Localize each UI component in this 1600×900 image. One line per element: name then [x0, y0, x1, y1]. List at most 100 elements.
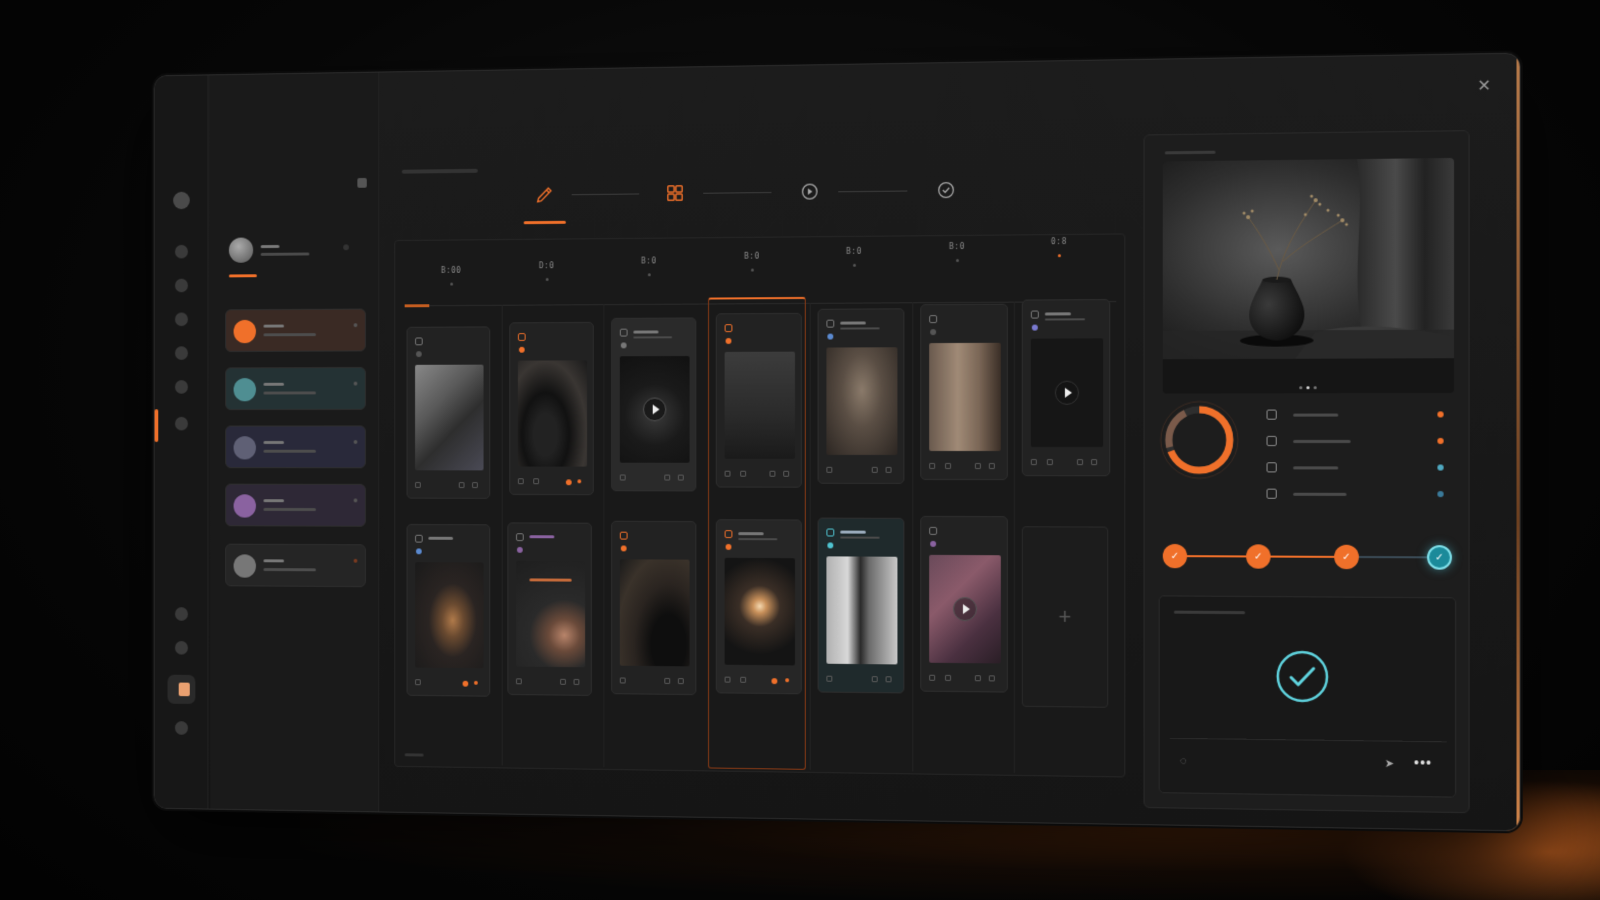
media-card[interactable]	[817, 308, 905, 484]
card-action-icon[interactable]	[533, 478, 540, 485]
card-action-icon[interactable]	[619, 677, 626, 684]
list-item-menu-icon[interactable]	[353, 498, 358, 503]
more-icon[interactable]: •••	[1414, 754, 1432, 771]
card-action-icon[interactable]	[724, 470, 731, 477]
carousel-dot[interactable]	[1299, 386, 1303, 390]
card-action-icon[interactable]	[1091, 459, 1098, 466]
progress-step-done[interactable]: ✓	[1246, 544, 1271, 569]
card-action-icon[interactable]	[458, 482, 465, 488]
card-action-icon[interactable]	[740, 470, 747, 477]
card-action-icon[interactable]	[472, 482, 478, 489]
step-publish[interactable]	[929, 173, 963, 207]
column-header[interactable]: B:0	[605, 256, 692, 306]
card-action-icon[interactable]	[619, 474, 626, 481]
carousel-dot[interactable]	[1313, 386, 1317, 390]
step-edit[interactable]	[528, 178, 561, 212]
card-action-icon[interactable]	[885, 466, 892, 473]
play-icon[interactable]	[953, 596, 977, 622]
card-action-icon[interactable]	[988, 463, 995, 470]
list-item-menu-icon[interactable]	[353, 323, 358, 328]
step-preview[interactable]	[793, 175, 826, 209]
play-icon[interactable]	[643, 397, 667, 422]
list-item[interactable]	[225, 543, 366, 588]
card-action-icon[interactable]	[516, 678, 522, 685]
nav-icon-8[interactable]	[174, 640, 188, 655]
media-card[interactable]	[920, 303, 1008, 481]
column-header[interactable]: D:0	[504, 261, 590, 311]
card-action-icon[interactable]	[415, 679, 421, 686]
carousel-dots[interactable]	[1299, 376, 1330, 390]
column-header[interactable]: B:0	[912, 242, 1002, 293]
user-profile[interactable]	[228, 236, 360, 278]
list-item[interactable]	[225, 483, 366, 527]
card-action-icon[interactable]	[945, 674, 952, 681]
media-card[interactable]	[1021, 299, 1111, 477]
media-card[interactable]	[715, 519, 802, 695]
comment-icon[interactable]: ◌	[1180, 755, 1192, 767]
card-action-icon[interactable]	[740, 676, 747, 683]
legend-item[interactable]	[1266, 407, 1452, 434]
list-item-menu-icon[interactable]	[353, 381, 358, 386]
nav-icon-9[interactable]	[174, 721, 188, 735]
nav-icon-7[interactable]	[174, 607, 188, 621]
nav-icon-5[interactable]	[174, 380, 188, 394]
progress-step-done[interactable]: ✓	[1334, 544, 1359, 570]
column-header[interactable]: 0:8	[1014, 237, 1104, 288]
card-action-icon[interactable]	[988, 675, 995, 682]
collapse-icon[interactable]	[357, 177, 367, 188]
media-card[interactable]	[817, 517, 905, 694]
legend-item[interactable]	[1266, 434, 1452, 461]
progress-step-complete[interactable]: ✓	[1427, 545, 1452, 570]
card-action-icon[interactable]	[1030, 459, 1037, 466]
step-layout[interactable]	[659, 176, 692, 210]
nav-icon-2[interactable]	[174, 278, 188, 293]
card-action-icon[interactable]	[415, 482, 421, 488]
card-action-icon[interactable]	[677, 678, 684, 685]
send-icon[interactable]: ➤	[1385, 758, 1397, 770]
legend-item[interactable]	[1266, 460, 1452, 487]
card-action-icon[interactable]	[826, 466, 833, 473]
card-action-icon[interactable]	[724, 676, 731, 683]
card-action-icon[interactable]	[929, 462, 936, 469]
column-header[interactable]: B:00	[408, 266, 494, 315]
media-card[interactable]	[920, 515, 1008, 693]
card-action-icon[interactable]	[1046, 459, 1053, 466]
nav-icon-3[interactable]	[174, 312, 188, 327]
column-header[interactable]: B:0	[708, 251, 796, 301]
list-item[interactable]	[225, 308, 366, 352]
user-menu-icon[interactable]	[343, 244, 349, 251]
card-action-icon[interactable]	[517, 478, 524, 485]
media-card[interactable]	[507, 522, 592, 696]
column-header[interactable]: B:0	[810, 246, 899, 296]
list-item[interactable]	[225, 366, 366, 411]
card-action-icon[interactable]	[664, 474, 671, 481]
card-action-icon[interactable]	[871, 676, 878, 683]
carousel-dot[interactable]	[1306, 386, 1310, 390]
card-action-icon[interactable]	[871, 466, 878, 473]
play-icon[interactable]	[1054, 380, 1079, 405]
list-item-menu-icon[interactable]	[353, 440, 358, 444]
card-action-icon[interactable]	[885, 676, 892, 683]
progress-step-done[interactable]: ✓	[1162, 543, 1188, 569]
nav-icon-4[interactable]	[174, 346, 188, 360]
card-action-icon[interactable]	[974, 463, 981, 470]
media-card[interactable]	[509, 321, 594, 496]
nav-icon-6[interactable]	[174, 416, 188, 431]
card-action-icon[interactable]	[929, 674, 936, 681]
card-action-icon[interactable]	[1076, 459, 1084, 466]
media-card[interactable]	[406, 326, 491, 499]
list-item-menu-icon[interactable]	[353, 558, 358, 563]
legend-item[interactable]	[1266, 487, 1452, 514]
card-action-icon[interactable]	[826, 675, 833, 682]
add-media-button[interactable]: +	[1021, 526, 1109, 708]
app-logo-icon[interactable]	[173, 191, 190, 210]
nav-icon-1[interactable]	[174, 244, 188, 259]
media-card[interactable]	[611, 520, 697, 696]
card-action-icon[interactable]	[573, 678, 580, 685]
media-card[interactable]	[611, 317, 697, 492]
media-card[interactable]	[406, 523, 491, 697]
preview-image[interactable]	[1162, 157, 1455, 394]
list-item[interactable]	[225, 425, 366, 469]
card-action-icon[interactable]	[974, 675, 981, 682]
card-action-icon[interactable]	[677, 474, 684, 481]
